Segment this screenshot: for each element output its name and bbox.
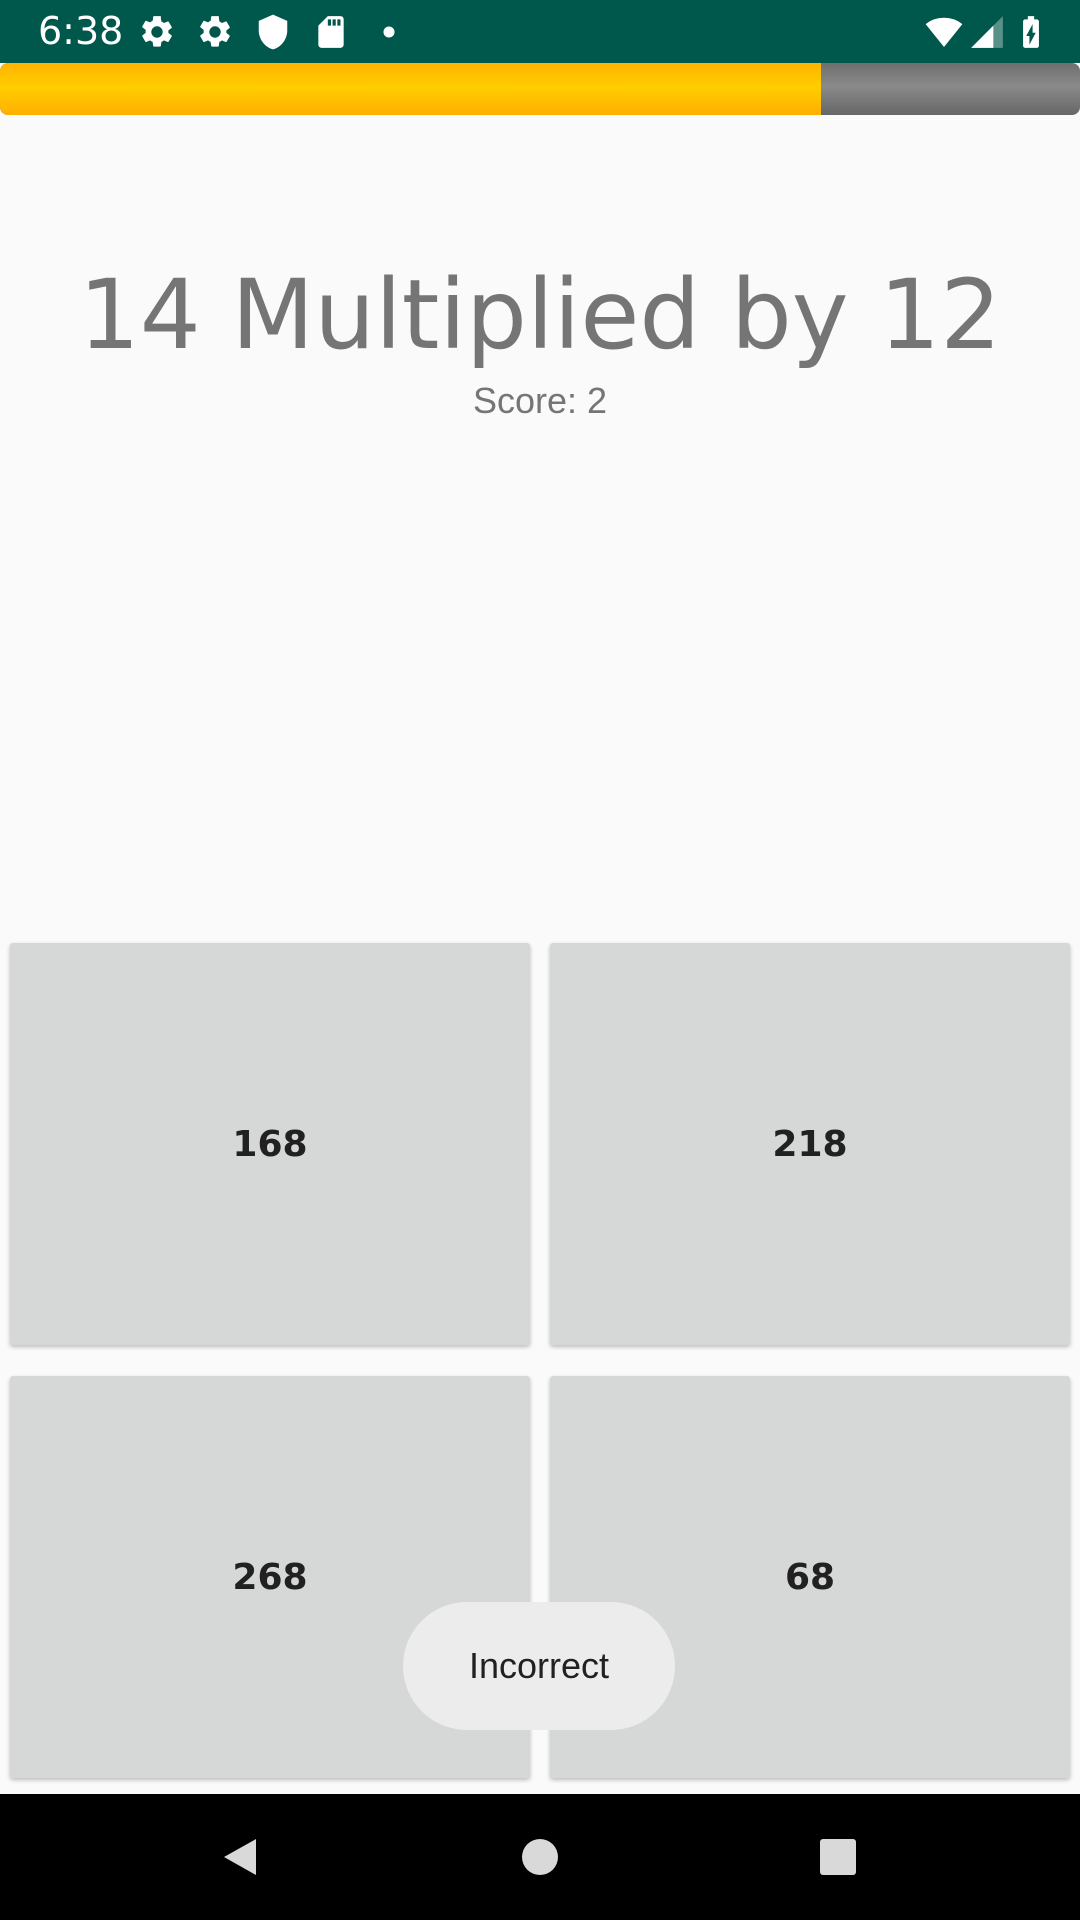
progress-bar <box>0 63 1080 115</box>
back-button[interactable] <box>160 1794 320 1920</box>
shield-icon <box>258 14 288 50</box>
answer-button-1[interactable]: 168 <box>10 943 530 1345</box>
score-text: Score: 2 <box>472 380 608 421</box>
settings-icon <box>200 16 230 47</box>
toast-message: Incorrect <box>403 1602 675 1730</box>
progress-bar-fill <box>0 63 821 115</box>
recents-button[interactable] <box>758 1794 918 1920</box>
battery-charging-icon <box>1023 16 1039 48</box>
settings-icon <box>142 16 172 47</box>
notification-dot-icon <box>383 26 395 38</box>
home-icon <box>522 1839 558 1875</box>
sd-card-icon <box>318 16 344 48</box>
navigation-bar <box>0 1794 1080 1920</box>
status-time: 6:38 <box>38 9 124 53</box>
wifi-icon <box>925 17 963 48</box>
signal-icon <box>971 16 1003 48</box>
recents-icon <box>820 1839 856 1875</box>
answer-button-2[interactable]: 218 <box>550 943 1070 1345</box>
home-button[interactable] <box>460 1794 620 1920</box>
back-icon <box>224 1839 256 1875</box>
question-text: 14 Multiplied by 12 <box>78 259 1002 371</box>
status-bar: 6:38 <box>0 0 1080 63</box>
